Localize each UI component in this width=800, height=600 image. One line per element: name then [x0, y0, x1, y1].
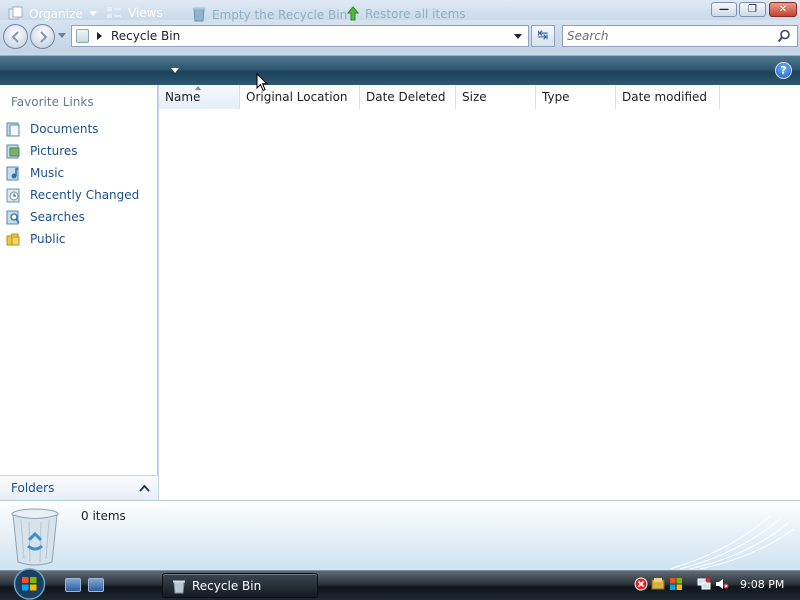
help-icon: ?: [780, 64, 787, 77]
favorite-link-documents[interactable]: Documents: [6, 120, 154, 140]
pictures-icon: [6, 144, 20, 159]
recent-pages-dropdown[interactable]: [58, 33, 66, 38]
minimize-button[interactable]: —: [711, 2, 737, 17]
item-count: 0 items: [81, 509, 126, 523]
tray-program-icon[interactable]: [651, 577, 665, 591]
column-header-label: Date Deleted: [366, 90, 446, 104]
refresh-icon: ↹: [537, 28, 549, 43]
favorite-link-label: Recently Changed: [30, 188, 140, 202]
forward-button[interactable]: [30, 24, 55, 49]
search-box[interactable]: [562, 25, 798, 47]
empty-bin-label: Empty the Recycle Bin: [212, 8, 348, 22]
favorite-link-searches[interactable]: Searches: [6, 208, 154, 228]
column-header-size[interactable]: Size: [456, 85, 536, 109]
views-label: Views: [128, 6, 163, 20]
address-bar[interactable]: Recycle Bin: [71, 25, 529, 47]
close-button[interactable]: ✕: [769, 2, 797, 17]
search-icon[interactable]: [777, 29, 791, 43]
mouse-cursor-icon: [256, 73, 268, 92]
favorite-link-public[interactable]: Public: [6, 230, 154, 250]
recycle-bin-small-icon: [76, 29, 89, 43]
folders-toggle[interactable]: Folders: [0, 475, 158, 500]
restore-all-items-button[interactable]: Restore all items: [347, 6, 466, 21]
favorite-link-label: Pictures: [30, 144, 78, 158]
organize-label: Organize: [29, 7, 83, 21]
switch-windows-icon[interactable]: [88, 578, 104, 592]
recycle-bin-taskbar-icon: [173, 580, 185, 594]
network-status-icon[interactable]: [697, 577, 711, 591]
searches-icon: [6, 210, 20, 225]
show-desktop-icon[interactable]: [65, 578, 81, 592]
address-history-dropdown[interactable]: [514, 34, 522, 39]
favorite-link-label: Documents: [30, 122, 99, 136]
empty-recycle-bin-button[interactable]: Empty the Recycle Bin: [192, 6, 347, 22]
documents-icon: [6, 122, 20, 137]
favorite-link-label: Searches: [30, 210, 85, 224]
empty-bin-icon: [193, 7, 205, 22]
column-header-type[interactable]: Type: [536, 85, 616, 109]
restore-icon: ❐: [748, 4, 757, 15]
taskbar-clock[interactable]: 9:08 PM: [740, 578, 784, 591]
navigation-bar: Recycle Bin ↹: [0, 20, 800, 53]
maximize-button[interactable]: ❐: [739, 2, 766, 17]
decorative-swoosh: [669, 515, 795, 570]
favorite-link-recently-changed[interactable]: Recently Changed: [6, 186, 154, 206]
music-icon: [6, 166, 19, 181]
refresh-button[interactable]: ↹: [531, 25, 555, 47]
favorite-links-heading: Favorite Links: [11, 95, 94, 109]
windows-update-icon[interactable]: [669, 577, 683, 591]
favorite-link-label: Public: [30, 232, 66, 246]
minimize-icon: —: [719, 4, 729, 15]
column-header-date-modified[interactable]: Date modified: [616, 85, 720, 109]
views-button[interactable]: Views: [106, 6, 163, 20]
search-input[interactable]: [567, 29, 767, 43]
organize-icon: [8, 6, 23, 20]
organize-button[interactable]: Organize: [8, 6, 97, 21]
command-bar: [0, 55, 800, 85]
public-folder-icon: [6, 233, 20, 246]
column-header-label: Date modified: [622, 90, 708, 104]
forward-arrow-icon: [40, 31, 48, 43]
recently-changed-icon: [6, 188, 20, 203]
favorite-link-music[interactable]: Music: [6, 164, 154, 184]
column-header-label: Original Location: [246, 90, 348, 104]
file-list[interactable]: Name Original Location Date Deleted Size…: [159, 85, 800, 500]
breadcrumb-recycle-bin[interactable]: Recycle Bin: [111, 29, 180, 43]
column-header-date-deleted[interactable]: Date Deleted: [360, 85, 456, 109]
help-button[interactable]: ?: [775, 62, 792, 79]
favorite-link-pictures[interactable]: Pictures: [6, 142, 154, 162]
volume-muted-icon[interactable]: [715, 577, 729, 591]
details-pane: 0 items: [0, 500, 800, 570]
recycle-bin-large-icon: [11, 508, 59, 566]
navigation-pane: Favorite Links Documents Pictures Music …: [0, 85, 158, 500]
back-button[interactable]: [3, 24, 28, 49]
close-icon: ✕: [778, 4, 788, 15]
views-icon: [107, 7, 121, 18]
column-header-label: Type: [542, 90, 570, 104]
taskbar-button-recycle-bin[interactable]: Recycle Bin: [162, 573, 318, 598]
favorite-link-label: Music: [30, 166, 65, 180]
back-arrow-icon: [11, 31, 19, 43]
column-header-label: Name: [165, 90, 201, 104]
breadcrumb-chevron-icon[interactable]: [97, 32, 102, 40]
taskbar-button-label: Recycle Bin: [192, 579, 262, 593]
column-header-name[interactable]: Name: [159, 85, 240, 109]
organize-dropdown-icon: [88, 11, 97, 16]
folders-label: Folders: [11, 481, 55, 495]
views-dropdown-icon[interactable]: [171, 68, 179, 73]
start-button[interactable]: [9, 567, 50, 600]
column-header-label: Size: [462, 90, 487, 104]
restore-label: Restore all items: [365, 7, 466, 21]
restore-arrow-icon: [347, 6, 359, 21]
chevron-up-icon[interactable]: [139, 484, 150, 492]
security-alert-icon[interactable]: [634, 577, 648, 591]
